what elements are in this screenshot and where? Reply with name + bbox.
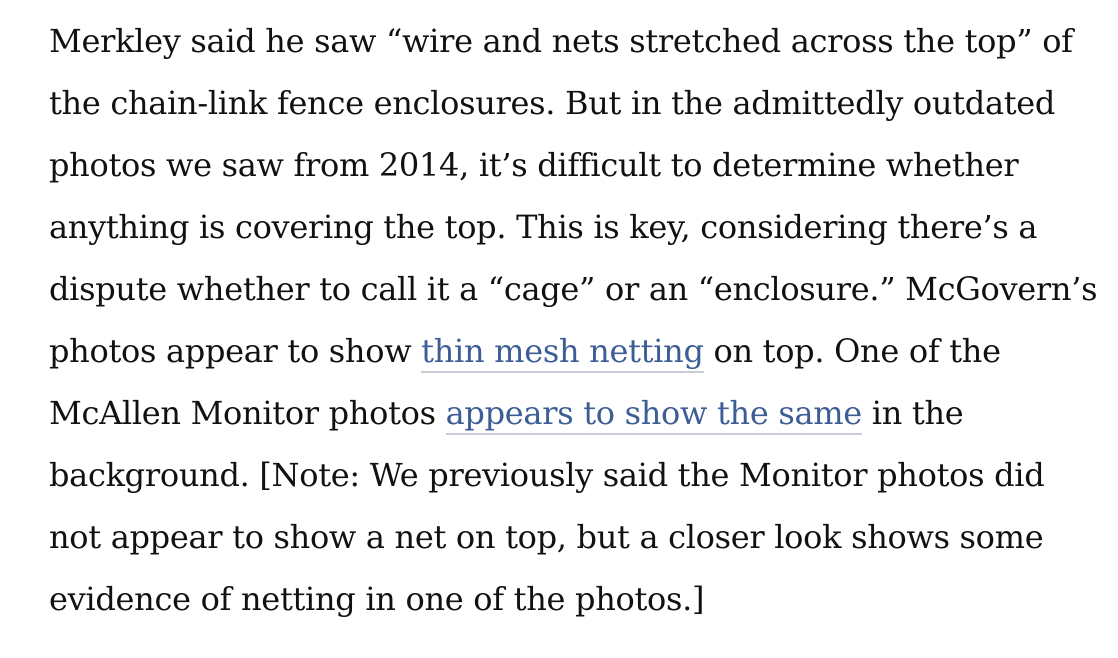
appears-to-show-the-same-link[interactable]: appears to show the same	[445, 394, 862, 435]
paragraph-line: not appear to show a net on top, but a c…	[49, 518, 1044, 556]
paragraph-line: background. [Note: We previously said th…	[49, 456, 1045, 494]
line-text-before-link: McAllen Monitor photos	[49, 394, 446, 432]
paragraph-line: the chain-link fence enclosures. But in …	[49, 84, 1056, 122]
paragraph-line-with-link: photos appear to show thin mesh netting …	[49, 320, 1089, 382]
line-text-after-link: on top. One of the	[703, 332, 1002, 370]
article-paragraph: Merkley said he saw “wire and nets stret…	[49, 10, 1098, 630]
paragraph-line-with-link: McAllen Monitor photos appears to show t…	[49, 382, 1089, 444]
paragraph-line: Merkley said he saw “wire and nets stret…	[49, 22, 1073, 60]
line-text-before-link: photos appear to show	[49, 332, 422, 370]
paragraph-line: evidence of netting in one of the photos…	[49, 580, 705, 618]
line-text-after-link: in the	[861, 394, 964, 432]
paragraph-line: dispute whether to call it a “cage” or a…	[49, 270, 1098, 308]
paragraph-line: photos we saw from 2014, it’s difficult …	[49, 146, 1019, 184]
paragraph-line: anything is covering the top. This is ke…	[49, 208, 1038, 246]
thin-mesh-netting-link[interactable]: thin mesh netting	[421, 332, 704, 373]
